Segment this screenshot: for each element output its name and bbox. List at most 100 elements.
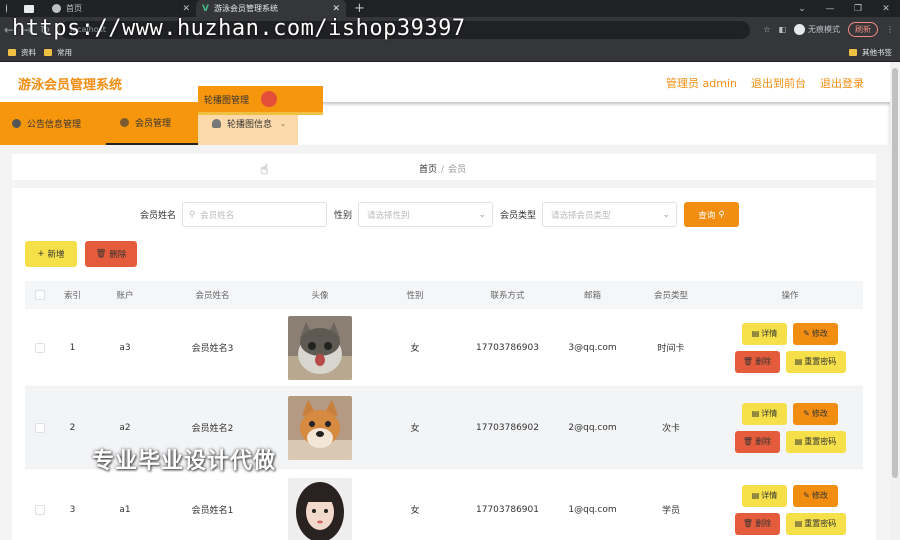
delete-button[interactable]: 🗑 删除 [734,430,780,453]
minimize-icon[interactable]: — [816,4,844,14]
batch-delete-button[interactable]: 🗑 删除 [85,241,137,267]
menu-item-notices[interactable]: 公告信息管理 [0,102,106,145]
edit-button[interactable]: ✎ 修改 [793,484,838,507]
query-label: 查询 [698,210,716,221]
star-icon[interactable]: ☆ [763,25,770,34]
tab-active[interactable]: V 游泳会员管理系统 ✕ [196,0,346,17]
dog-avatar-image[interactable] [288,395,352,460]
reset-password-button[interactable]: ▤ 重置密码 [785,430,846,453]
chevron-down-icon: ⌄ [478,209,487,220]
submenu-carousel-manage[interactable]: 轮播图管理 [198,86,323,115]
query-button[interactable]: 查询 ⚲ [684,202,740,227]
table-row: 1 a3 会员姓名3 女 17703786903 3@qq.com 时间卡 ▤ … [25,309,863,387]
cell-account: a1 [119,504,131,515]
reset-label: 重置密码 [804,357,837,366]
bookmark-folder[interactable]: 常用 [44,47,72,58]
row-checkbox[interactable] [25,342,55,353]
tab-label: 游泳会员管理系统 [213,4,278,13]
top-menu: 公告信息管理 会员管理 轮播图信息 ⌄ [0,102,890,145]
reset-password-button[interactable]: ▤ 重置密码 [785,350,846,373]
breadcrumb-home[interactable]: 首页 [419,165,437,175]
update-button[interactable]: 刷新 [848,22,878,37]
close-icon[interactable]: ✕ [332,4,340,14]
reset-icon: ▤ [794,437,803,446]
browser-tabbar: 首页 ✕ V 游泳会员管理系统 ✕ + ⌄ — ❐ ✕ [0,0,900,17]
detail-button[interactable]: ▤ 详情 [742,402,787,425]
logout-link[interactable]: 退出登录 [820,75,864,91]
edit-label: 修改 [811,329,828,338]
cell-index: 3 [69,504,76,515]
reset-icon: ▤ [794,519,803,528]
sex-select[interactable]: 请选择性别 ⌄ [358,202,494,227]
incognito-indicator[interactable]: 无痕模式 [794,24,840,35]
tab-blank[interactable] [18,0,46,17]
add-button[interactable]: + 新增 [25,241,77,267]
type-placeholder: 请选择会员类型 [551,210,611,221]
detail-button[interactable]: ▤ 详情 [742,322,787,345]
sex-label: 性别 [334,211,353,221]
scrollbar-thumb[interactable] [892,68,898,478]
delete-button[interactable]: 🗑 删除 [734,350,780,373]
cell-actions: ▤ 详情 ✎ 修改 🗑 删除 ▤ 重置密码 [717,322,863,373]
vue-logo-icon: V [202,3,209,14]
trash-icon: 🗑 [95,249,107,259]
cell-phone: 17703786901 [476,504,539,515]
admin-label[interactable]: 管理员 admin [666,75,737,91]
edit-button[interactable]: ✎ 修改 [793,322,838,345]
folder-icon [44,48,52,56]
cell-actions: ▤ 详情 ✎ 修改 🗑 删除 ▤ 重置密码 [717,484,863,535]
breadcrumb-current: 会员 [448,165,467,175]
page-scrollbar[interactable] [890,62,900,540]
menu-item-members[interactable]: 会员管理 [106,102,198,145]
incognito-label: 无痕模式 [808,25,840,34]
cell-avatar [265,315,375,380]
column-header: 性别 [406,291,424,301]
breadcrumb-card: 首页 / 会员 [12,154,876,180]
bookmark-label: 其他书签 [862,47,892,57]
bookmarks-bar: 资料 常用 其他书签 [0,43,900,62]
exit-to-front-link[interactable]: 退出到前台 [751,75,806,91]
type-label: 会员类型 [500,211,537,221]
checkbox-box [35,342,45,353]
other-bookmarks[interactable]: 其他书签 [849,47,892,58]
checkbox-box [35,290,45,300]
detail-icon: ▤ [751,491,760,500]
chevron-down-icon[interactable]: ⌄ [788,4,816,14]
trash-icon: 🗑 [742,519,754,528]
tab-home[interactable]: 首页 ✕ [46,0,196,17]
cat-avatar-image[interactable] [288,315,352,380]
cell-avatar [265,395,375,460]
detail-icon: ▤ [751,329,760,338]
row-checkbox[interactable] [25,422,55,433]
detail-button[interactable]: ▤ 详情 [742,484,787,507]
row-checkbox[interactable] [25,504,55,515]
table-row: 3 a1 会员姓名1 女 17703786901 1@qq.com 学员 ▤ 详… [25,469,863,540]
members-table: 索引 账户 会员姓名 头像 性别 联系方式 邮箱 会员类型 操作 1 a3 会员… [25,281,863,540]
page-icon [24,4,34,13]
close-icon[interactable]: ✕ [182,4,190,14]
sidebar-icon[interactable]: ◧ [778,25,786,34]
select-all-checkbox[interactable] [25,290,55,300]
tab-search-icon[interactable] [0,0,18,17]
bookmark-folder[interactable]: 资料 [8,47,36,58]
app-header: 游泳会员管理系统 管理员 admin 退出到前台 退出登录 [0,62,890,102]
folder-icon [849,48,857,56]
maximize-icon[interactable]: ❐ [844,4,872,14]
reset-password-button[interactable]: ▤ 重置密码 [785,512,846,535]
cell-index: 2 [69,422,76,433]
cell-sex: 女 [410,506,420,516]
more-icon[interactable]: ⋮ [886,25,894,34]
name-label: 会员姓名 [140,211,177,221]
trash-icon: 🗑 [742,437,754,446]
name-search-input[interactable]: ⚲ 会员姓名 [182,202,328,227]
delete-button[interactable]: 🗑 删除 [734,512,780,535]
girl-avatar-image[interactable] [288,477,352,540]
cell-email: 1@qq.com [568,504,617,515]
detail-label: 详情 [761,491,778,500]
breadcrumb: 首页 / 会员 [419,162,466,175]
close-window-icon[interactable]: ✕ [872,4,900,14]
member-type-select[interactable]: 请选择会员类型 ⌄ [542,202,678,227]
gear-icon [12,119,21,128]
new-tab-icon[interactable]: + [346,1,373,16]
edit-button[interactable]: ✎ 修改 [793,402,838,425]
